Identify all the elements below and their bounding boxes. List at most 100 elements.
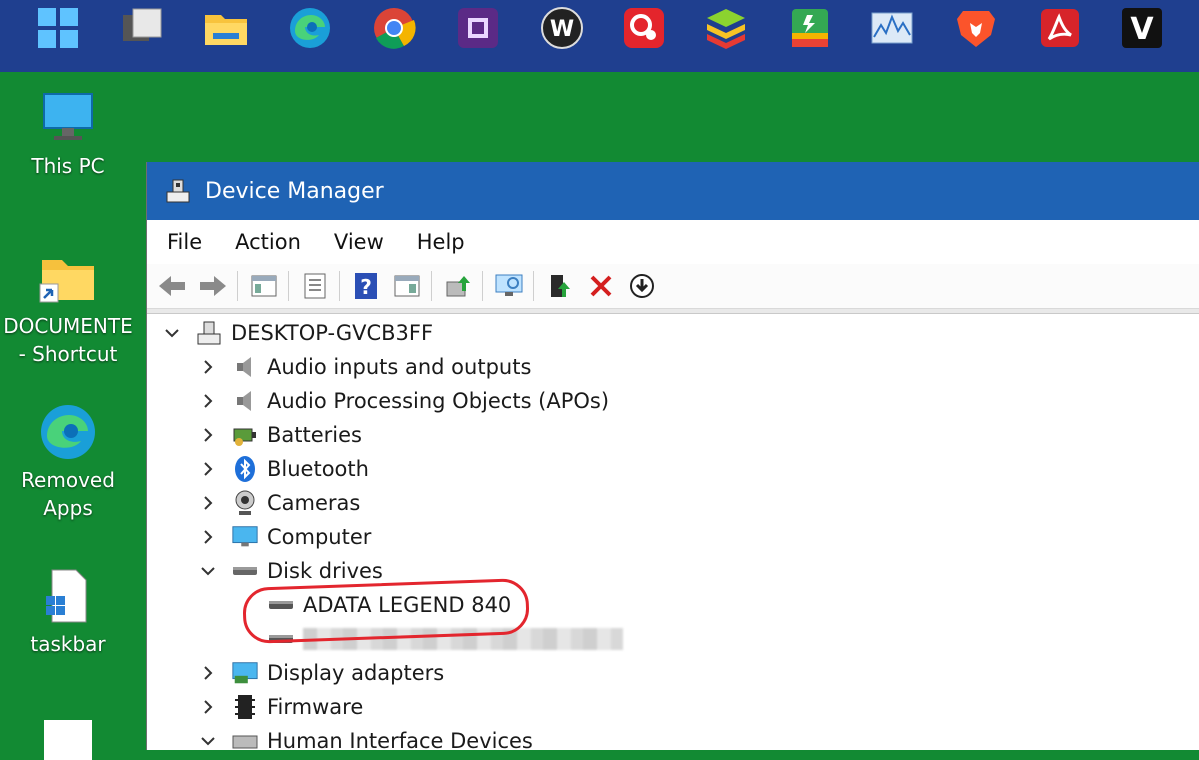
- tree-root[interactable]: DESKTOP-GVCB3FF: [161, 316, 433, 350]
- desktop-icon-documente-shortcut[interactable]: DOCUMENTE - Shortcut: [0, 248, 138, 368]
- desktop-icon-taskbar[interactable]: taskbar: [0, 566, 138, 658]
- desktop-icon-removed-apps[interactable]: Removed Apps: [0, 402, 138, 522]
- webcam-icon: [231, 489, 259, 517]
- v-app-icon[interactable]: V: [1118, 6, 1166, 50]
- forward-button[interactable]: [196, 269, 230, 303]
- tree-item-computer[interactable]: Computer: [197, 520, 371, 554]
- menu-file[interactable]: File: [167, 230, 202, 254]
- green-app-icon[interactable]: [786, 6, 834, 50]
- chrome-icon[interactable]: [370, 6, 418, 50]
- disk-drive-icon: [231, 557, 259, 585]
- tree-item-label: Audio Processing Objects (APOs): [267, 389, 610, 413]
- chevron-down-icon[interactable]: [197, 560, 219, 582]
- desktop-icon-this-pc[interactable]: This PC: [0, 88, 138, 180]
- red-x-icon: [590, 275, 612, 297]
- chevron-down-icon[interactable]: [197, 730, 219, 752]
- title-bar[interactable]: Device Manager: [147, 162, 1199, 220]
- acrobat-icon[interactable]: [1036, 6, 1084, 50]
- this-pc-icon: [43, 93, 93, 140]
- red-app-icon[interactable]: [620, 6, 668, 50]
- tree-item-label: Cameras: [267, 491, 361, 515]
- brave-icon[interactable]: [952, 6, 1000, 50]
- bluestacks-icon[interactable]: [702, 6, 750, 50]
- console-tree-icon: [251, 275, 277, 297]
- update-driver-icon: [446, 276, 470, 297]
- help-icon: ?: [355, 273, 377, 299]
- firmware-icon: [231, 693, 259, 721]
- uninstall-device-button[interactable]: [584, 269, 618, 303]
- tree-item-label: Audio inputs and outputs: [267, 355, 532, 379]
- tree-item-firmware[interactable]: Firmware: [197, 690, 363, 724]
- menu-view[interactable]: View: [334, 230, 384, 254]
- tree-item-label: Human Interface Devices: [267, 729, 533, 753]
- desktop-icon-partial[interactable]: [44, 720, 92, 760]
- tree-item-audio-apos[interactable]: Audio Processing Objects (APOs): [197, 384, 609, 418]
- speaker-icon: [231, 387, 259, 415]
- tree-root-label: DESKTOP-GVCB3FF: [231, 321, 434, 345]
- device-manager-window: Device Manager File Action View Help ? D…: [146, 162, 1199, 753]
- properties-icon: [304, 273, 326, 299]
- chevron-right-icon[interactable]: [197, 356, 219, 378]
- update-driver-button[interactable]: [441, 269, 475, 303]
- chevron-right-icon[interactable]: [197, 390, 219, 412]
- chevron-right-icon[interactable]: [197, 526, 219, 548]
- arrow-left-icon: [159, 276, 185, 296]
- action-pane-icon: [394, 275, 420, 297]
- menu-action[interactable]: Action: [235, 230, 301, 254]
- monitor-icon: [231, 523, 259, 551]
- tree-item-display-adapters[interactable]: Display adapters: [197, 656, 444, 690]
- tree-item-label: Disk drives: [267, 559, 383, 583]
- edge-icon: [41, 405, 95, 459]
- tree-item-label: Batteries: [267, 423, 362, 447]
- tree-item-cameras[interactable]: Cameras: [197, 486, 360, 520]
- chevron-right-icon[interactable]: [197, 424, 219, 446]
- window-title: Device Manager: [205, 178, 384, 204]
- edge-icon[interactable]: [286, 6, 334, 50]
- menu-help[interactable]: Help: [417, 230, 465, 254]
- chevron-right-icon[interactable]: [197, 458, 219, 480]
- tree-item-audio-inputs[interactable]: Audio inputs and outputs: [197, 350, 531, 384]
- chevron-right-icon[interactable]: [197, 696, 219, 718]
- chevron-right-icon[interactable]: [197, 662, 219, 684]
- cpu-z-icon[interactable]: [454, 6, 502, 50]
- tree-item-label: Display adapters: [267, 661, 445, 685]
- display-adapter-icon: [231, 659, 259, 687]
- chevron-right-icon[interactable]: [197, 492, 219, 514]
- tree-item-label: Bluetooth: [267, 457, 369, 481]
- toolbar: ?: [147, 264, 1199, 309]
- back-button[interactable]: [155, 269, 189, 303]
- tree-item-hid[interactable]: Human Interface Devices: [197, 724, 533, 758]
- battery-icon: [231, 421, 259, 449]
- device-manager-icon: [166, 179, 190, 203]
- down-arrow-circle-icon: [630, 274, 654, 298]
- tree-item-label: Firmware: [267, 695, 364, 719]
- svg-text:W: W: [550, 17, 574, 42]
- tree-item-batteries[interactable]: Batteries: [197, 418, 362, 452]
- show-hide-console-tree-button[interactable]: [247, 269, 281, 303]
- file-explorer-icon[interactable]: [202, 6, 250, 50]
- tree-item-bluetooth[interactable]: Bluetooth: [197, 452, 369, 486]
- speaker-icon: [231, 353, 259, 381]
- properties-button[interactable]: [298, 269, 332, 303]
- scan-hardware-button[interactable]: [492, 269, 526, 303]
- folder-shortcut-icon: [39, 260, 94, 303]
- wise-icon[interactable]: W: [538, 6, 586, 50]
- start-icon[interactable]: [34, 6, 82, 50]
- help-button[interactable]: ?: [349, 269, 383, 303]
- menu-bar: File Action View Help: [147, 220, 1199, 264]
- enable-device-icon: [551, 275, 570, 297]
- chevron-down-icon[interactable]: [161, 322, 183, 344]
- taskbar: W V: [0, 0, 1199, 72]
- task-view-icon[interactable]: [118, 6, 166, 50]
- svg-text:V: V: [1130, 12, 1154, 47]
- tree-item-disk-drives[interactable]: Disk drives: [197, 554, 383, 588]
- monitor-scan-icon: [495, 274, 523, 296]
- hid-icon: [231, 727, 259, 755]
- action-pane-button[interactable]: [390, 269, 424, 303]
- resource-monitor-icon[interactable]: [868, 6, 916, 50]
- svg-text:?: ?: [360, 275, 372, 299]
- bluetooth-icon: [231, 455, 259, 483]
- add-driver-button[interactable]: [543, 269, 577, 303]
- tree-item-label: Computer: [267, 525, 372, 549]
- disable-device-button[interactable]: [625, 269, 659, 303]
